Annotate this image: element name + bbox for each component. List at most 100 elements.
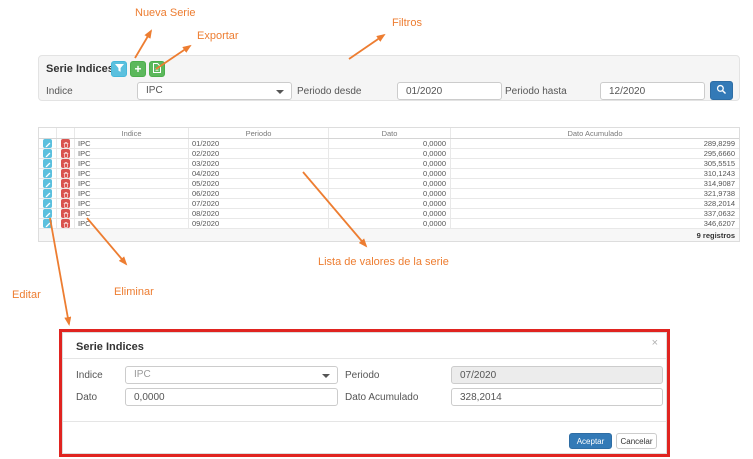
export-button[interactable]: [149, 61, 165, 77]
arrow-nueva-serie: [135, 31, 151, 58]
cell-periodo: 08/2020: [189, 209, 329, 218]
trash-icon: [63, 199, 69, 208]
cell-indice: IPC: [75, 149, 189, 158]
cell-indice: IPC: [75, 209, 189, 218]
cell-dato-acumulado: 305,5515: [451, 159, 739, 168]
edit-row-button[interactable]: [43, 179, 52, 188]
delete-row-button[interactable]: [61, 209, 70, 218]
cell-periodo: 02/2020: [189, 149, 329, 158]
modal-footer-divider: [63, 421, 666, 422]
annotation-exportar: Exportar: [197, 30, 239, 42]
periodo-hasta-label: Periodo hasta: [505, 86, 567, 97]
chevron-down-icon: [276, 90, 284, 94]
filter-button[interactable]: [111, 61, 127, 77]
periodo-hasta-input[interactable]: [600, 82, 705, 100]
pencil-icon: [45, 169, 51, 178]
modal-periodo-input: [451, 366, 663, 384]
edit-cell: [39, 149, 57, 158]
table-row: IPC01/20200,0000289,8299: [39, 139, 739, 149]
cell-dato: 0,0000: [329, 159, 451, 168]
periodo-desde-input[interactable]: [397, 82, 502, 100]
trash-icon: [63, 209, 69, 218]
header-dato-acumulado: Dato Acumulado: [451, 128, 739, 138]
edit-row-button[interactable]: [43, 149, 52, 158]
annotation-editar: Editar: [12, 289, 41, 301]
modal-title: Serie Indices: [76, 341, 144, 353]
delete-cell: [57, 199, 75, 208]
edit-row-button[interactable]: [43, 169, 52, 178]
delete-row-button[interactable]: [61, 219, 70, 228]
cell-dato: 0,0000: [329, 209, 451, 218]
cell-indice: IPC: [75, 219, 189, 228]
aceptar-button[interactable]: Aceptar: [569, 433, 612, 449]
close-icon[interactable]: ×: [652, 337, 658, 349]
cell-dato: 0,0000: [329, 189, 451, 198]
cell-periodo: 09/2020: [189, 219, 329, 228]
edit-row-button[interactable]: [43, 199, 52, 208]
cell-indice: IPC: [75, 159, 189, 168]
edit-cell: [39, 199, 57, 208]
delete-row-button[interactable]: [61, 149, 70, 158]
cell-indice: IPC: [75, 169, 189, 178]
cell-dato-acumulado: 295,6660: [451, 149, 739, 158]
new-serie-button[interactable]: +: [130, 61, 146, 77]
pencil-icon: [45, 139, 51, 148]
pencil-icon: [45, 159, 51, 168]
annotation-nueva-serie: Nueva Serie: [135, 7, 196, 19]
trash-icon: [63, 169, 69, 178]
edit-row-button[interactable]: [43, 139, 52, 148]
delete-row-button[interactable]: [61, 169, 70, 178]
periodo-desde-label: Periodo desde: [297, 86, 362, 97]
cell-dato: 0,0000: [329, 179, 451, 188]
modal-dato-acumulado-input[interactable]: [451, 388, 663, 406]
pencil-icon: [45, 209, 51, 218]
trash-icon: [63, 149, 69, 158]
cell-dato: 0,0000: [329, 139, 451, 148]
cell-dato: 0,0000: [329, 169, 451, 178]
delete-row-button[interactable]: [61, 199, 70, 208]
table-row: IPC02/20200,0000295,6660: [39, 149, 739, 159]
edit-row-button[interactable]: [43, 219, 52, 228]
edit-row-button[interactable]: [43, 159, 52, 168]
delete-cell: [57, 189, 75, 198]
edit-cell: [39, 169, 57, 178]
search-button[interactable]: [710, 81, 733, 100]
header-periodo: Periodo: [189, 128, 329, 138]
trash-icon: [63, 159, 69, 168]
cancelar-button[interactable]: Cancelar: [616, 433, 657, 449]
header-delete: [57, 128, 75, 138]
cell-periodo: 01/2020: [189, 139, 329, 148]
cell-dato-acumulado: 321,9738: [451, 189, 739, 198]
modal-red-outline: Serie Indices × Indice IPC Periodo Dato …: [59, 329, 670, 457]
serie-indices-screen: Nueva Serie Exportar Filtros Editar Elim…: [0, 0, 753, 459]
indice-select-value: IPC: [146, 85, 163, 96]
trash-icon: [63, 219, 69, 228]
modal-indice-select[interactable]: IPC: [125, 366, 338, 384]
trash-icon: [63, 179, 69, 188]
delete-cell: [57, 139, 75, 148]
table-row: IPC03/20200,0000305,5515: [39, 159, 739, 169]
header-edit: [39, 128, 57, 138]
delete-cell: [57, 149, 75, 158]
pencil-icon: [45, 219, 51, 228]
edit-row-button[interactable]: [43, 209, 52, 218]
edit-row-button[interactable]: [43, 189, 52, 198]
modal-dato-input[interactable]: [125, 388, 338, 406]
edit-cell: [39, 219, 57, 228]
cell-dato-acumulado: 310,1243: [451, 169, 739, 178]
delete-row-button[interactable]: [61, 189, 70, 198]
table-row: IPC08/20200,0000337,0632: [39, 209, 739, 219]
search-icon: [716, 82, 727, 100]
delete-row-button[interactable]: [61, 179, 70, 188]
delete-row-button[interactable]: [61, 139, 70, 148]
plus-icon: +: [134, 63, 141, 75]
serie-indices-modal: Serie Indices × Indice IPC Periodo Dato …: [62, 332, 667, 454]
cell-dato-acumulado: 314,9087: [451, 179, 739, 188]
delete-row-button[interactable]: [61, 159, 70, 168]
delete-cell: [57, 209, 75, 218]
serie-values-table: Indice Periodo Dato Dato Acumulado IPC01…: [38, 127, 740, 242]
indice-select[interactable]: IPC: [137, 82, 292, 100]
modal-header: Serie Indices ×: [63, 333, 666, 359]
edit-cell: [39, 139, 57, 148]
modal-periodo-label: Periodo: [345, 370, 379, 381]
